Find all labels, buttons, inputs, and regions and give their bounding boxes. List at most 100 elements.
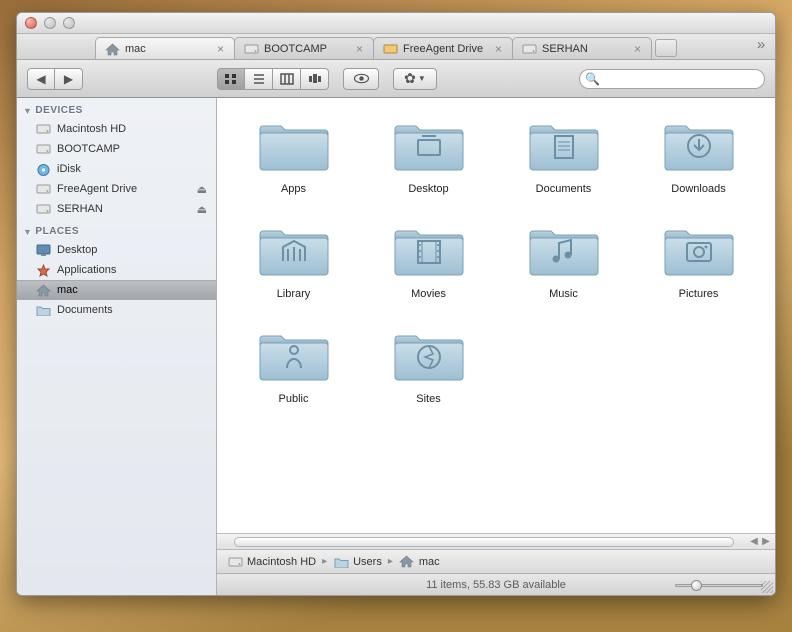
folder-label: Downloads [671,183,725,195]
tab-label: SERHAN [542,43,588,55]
horizontal-scrollbar[interactable]: ◀ ▶ [217,533,775,549]
sidebar-item-bootcamp[interactable]: BOOTCAMP [17,139,216,159]
home-icon [399,555,415,569]
sidebar-item-label: mac [57,284,78,296]
path-segment-macintosh-hd[interactable]: Macintosh HD [227,555,316,569]
tab-close-button[interactable]: × [354,42,365,56]
icon-view[interactable]: Apps Desktop Documents Downloads LibraryMovi… [217,98,775,533]
sidebar-item-serhan[interactable]: SERHAN⏏ [17,199,216,219]
folder-label: Apps [281,183,306,195]
back-button[interactable]: ◀ [27,68,55,90]
column-view-button[interactable] [273,68,301,90]
tab-serhan[interactable]: SERHAN × [512,37,652,59]
eye-icon [353,73,370,84]
scrollbar-thumb[interactable] [234,537,734,547]
folder-icon [392,116,466,177]
folder-icon [392,221,466,282]
scroll-left-arrow[interactable]: ◀ [748,536,760,548]
path-segment-users[interactable]: Users [333,555,382,569]
sidebar-item-desktop[interactable]: Desktop [17,240,216,260]
path-separator-icon: ▸ [322,556,327,567]
folder-music[interactable]: Music [501,221,626,300]
finder-window: mac×BOOTCAMP×FreeAgent Drive×SERHAN× » ◀… [16,12,776,596]
folder-desktop[interactable]: Desktop [366,116,491,195]
folder-public[interactable]: Public [231,326,356,405]
path-bar: Macintosh HD ▸ Users ▸ mac [217,549,775,573]
eject-icon[interactable]: ⏏ [197,183,207,196]
tab-close-button[interactable]: × [632,42,643,56]
view-switcher [217,68,329,90]
tab-freeagent-drive[interactable]: FreeAgent Drive× [373,37,513,59]
action-menu-button[interactable]: ✿ ▼ [393,68,437,90]
disclosure-triangle-icon: ▼ [23,106,32,116]
drive-icon [522,43,536,55]
sidebar-item-freeagent-drive[interactable]: FreeAgent Drive ⏏ [17,179,216,199]
zoom-button[interactable] [63,17,75,29]
folder-sites[interactable]: Sites [366,326,491,405]
path-segment-mac[interactable]: mac [399,555,440,569]
list-view-button[interactable] [245,68,273,90]
sidebar-item-macintosh-hd[interactable]: Macintosh HD [17,119,216,139]
minimize-button[interactable] [44,17,56,29]
path-label: Macintosh HD [247,556,316,568]
titlebar[interactable] [17,13,775,34]
folder-icon [527,116,601,177]
folder-icon [662,116,736,177]
tab-close-button[interactable]: × [215,42,226,56]
folder-documents[interactable]: Documents [501,116,626,195]
scroll-right-arrow[interactable]: ▶ [760,536,772,548]
sidebar: ▼DEVICESMacintosh HDBOOTCAMPiDiskFreeAge… [17,98,217,595]
disclosure-triangle-icon: ▼ [23,227,32,237]
folder-icon [257,326,331,387]
sidebar-section-devices[interactable]: ▼DEVICES [17,98,216,119]
icon-size-slider[interactable] [675,579,763,591]
coverflow-view-button[interactable] [301,68,329,90]
home-icon [35,283,51,297]
resize-grip[interactable] [761,581,773,593]
hd-icon [35,202,51,216]
tab-bootcamp[interactable]: BOOTCAMP× [234,37,374,59]
sidebar-item-label: iDisk [57,163,81,175]
sidebar-item-documents[interactable]: Documents [17,300,216,320]
sidebar-item-label: Documents [57,304,113,316]
apps-icon [35,263,51,277]
tabs-menu-button[interactable]: » [753,38,769,54]
close-button[interactable] [25,17,37,29]
drive-ext-icon [383,43,397,55]
sidebar-section-places[interactable]: ▼PLACES [17,219,216,240]
sidebar-section-title: DEVICES [35,105,82,116]
toolbar: ◀ ▶ ✿ ▼ 🔍 [17,60,775,98]
sidebar-item-idisk[interactable]: iDisk [17,159,216,179]
folder-label: Documents [536,183,592,195]
hd-icon [227,555,243,569]
slider-knob[interactable] [691,580,702,591]
forward-button[interactable]: ▶ [55,68,83,90]
tab-close-button[interactable]: × [493,42,504,56]
folder-icon [257,221,331,282]
folder-icon [662,221,736,282]
eject-icon[interactable]: ⏏ [197,203,207,216]
hd-icon [35,182,51,196]
folder-movies[interactable]: Movies [366,221,491,300]
path-separator-icon: ▸ [388,556,393,567]
sidebar-item-applications[interactable]: Applications [17,260,216,280]
quicklook-button[interactable] [343,68,379,90]
path-label: mac [419,556,440,568]
search-input[interactable] [579,69,765,89]
icon-view-button[interactable] [217,68,245,90]
sidebar-item-mac[interactable]: mac [17,280,216,300]
folder-icon [392,326,466,387]
folder-label: Public [279,393,309,405]
sidebar-section-title: PLACES [35,226,79,237]
drive-icon [244,43,258,55]
new-tab-button[interactable] [655,39,677,57]
content-area: Apps Desktop Documents Downloads LibraryMovi… [217,98,775,595]
sidebar-item-label: BOOTCAMP [57,143,120,155]
tab-mac[interactable]: mac× [95,37,235,59]
sidebar-item-label: FreeAgent Drive [57,183,137,195]
folder-downloads[interactable]: Downloads [636,116,761,195]
folder-pictures[interactable]: Pictures [636,221,761,300]
folder-library[interactable]: Library [231,221,356,300]
folder-apps[interactable]: Apps [231,116,356,195]
search-icon: 🔍 [585,72,600,86]
